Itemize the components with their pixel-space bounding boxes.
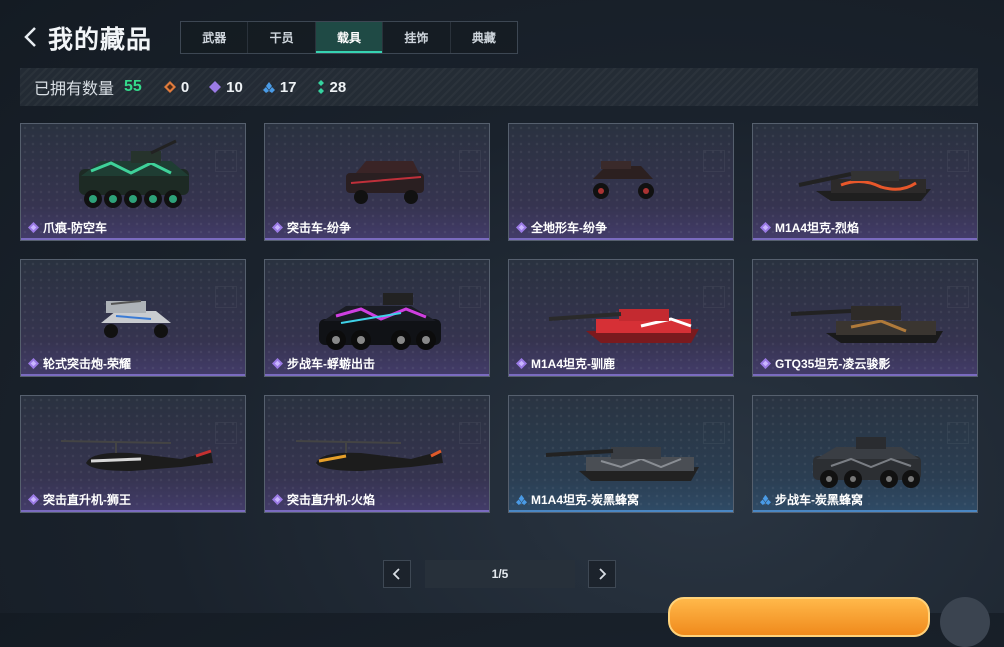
purple-rarity-icon: [760, 358, 771, 369]
vehicle-card[interactable]: 突击车-纷争: [264, 123, 490, 241]
chevron-right-icon: [599, 568, 607, 580]
rarity-bar: [21, 510, 245, 512]
vehicle-card[interactable]: 全地形车-纷争: [508, 123, 734, 241]
vehicle-name: M1A4坦克-烈焰: [775, 221, 860, 235]
owned-total: 55: [124, 78, 142, 95]
vehicle-name: M1A4坦克-驯鹿: [531, 357, 616, 371]
blue-diamond-icon: [262, 82, 275, 93]
purple-rarity-icon: [28, 494, 39, 505]
green-diamond-icon: [317, 80, 324, 94]
purple-rarity-icon: [28, 222, 39, 233]
vehicle-name: 步战车-炭黑蜂窝: [775, 493, 863, 507]
rarity-bar: [509, 374, 733, 376]
purple-rarity-count: 10: [209, 79, 243, 96]
vehicle-image: [319, 293, 441, 350]
vehicle-name: 突击直升机-火焰: [287, 493, 375, 507]
vehicle-name: 爪痕-防空车: [43, 221, 107, 235]
purple-rarity-icon: [28, 358, 39, 369]
blue-rarity-icon: [760, 494, 771, 505]
tab-charms[interactable]: 挂饰: [383, 22, 451, 53]
tab-weapons[interactable]: 武器: [181, 22, 249, 53]
vehicle-name: GTQ35坦克-凌云骏影: [775, 357, 891, 371]
vehicle-image: [798, 171, 931, 201]
vehicle-card[interactable]: 突击直升机-火焰: [264, 395, 490, 513]
vehicle-name: 全地形车-纷争: [531, 221, 607, 235]
rarity-bar: [753, 238, 977, 240]
tab-vehicles[interactable]: 载具: [315, 22, 384, 53]
rarity-bar: [509, 238, 733, 240]
vehicle-card[interactable]: 突击直升机-狮王: [20, 395, 246, 513]
page-indicator: 1/5: [425, 560, 575, 588]
orange-diamond-icon: [163, 81, 176, 93]
vehicle-image: [79, 139, 189, 208]
purple-rarity-icon: [760, 222, 771, 233]
chevron-left-icon: [24, 27, 36, 47]
vehicle-image: [101, 300, 171, 338]
purple-diamond-icon: [209, 81, 222, 93]
tab-collection[interactable]: 典藏: [451, 22, 517, 53]
blue-rarity-count: 17: [262, 79, 297, 96]
vehicle-card[interactable]: M1A4坦克-烈焰: [752, 123, 978, 241]
vehicle-image: [813, 437, 921, 488]
page-title: 我的藏品: [48, 26, 153, 54]
vehicle-image: [295, 440, 443, 471]
purple-rarity-icon: [516, 222, 527, 233]
vehicle-card[interactable]: M1A4坦克-炭黑蜂窝: [508, 395, 734, 513]
purple-rarity-icon: [516, 358, 527, 369]
rarity-bar: [265, 374, 489, 376]
prev-page-button[interactable]: [383, 560, 411, 588]
vehicle-name: 突击车-纷争: [287, 221, 351, 235]
rarity-bar: [509, 510, 733, 512]
purple-rarity-icon: [272, 358, 283, 369]
owned-label: 已拥有数量: [34, 81, 115, 98]
vehicle-card[interactable]: 步战车-蜉蝣出击: [264, 259, 490, 377]
action-button[interactable]: [668, 597, 930, 637]
purple-rarity-icon: [272, 494, 283, 505]
chevron-left-icon: [392, 568, 400, 580]
category-tabs: 武器 干员 载具 挂饰 典藏: [180, 21, 518, 54]
rarity-bar: [265, 510, 489, 512]
green-rarity-count: 28: [317, 79, 346, 96]
vehicle-image: [548, 309, 699, 343]
back-button[interactable]: [20, 24, 42, 50]
vehicle-card[interactable]: 爪痕-防空车: [20, 123, 246, 241]
rarity-bar: [753, 510, 977, 512]
rarity-bar: [21, 374, 245, 376]
vehicle-name: M1A4坦克-炭黑蜂窝: [531, 493, 640, 507]
tab-operators[interactable]: 干员: [248, 22, 316, 53]
vehicle-card[interactable]: M1A4坦克-驯鹿: [508, 259, 734, 377]
vehicle-card[interactable]: GTQ35坦克-凌云骏影: [752, 259, 978, 377]
vehicle-name: 突击直升机-狮王: [43, 493, 131, 507]
next-page-button[interactable]: [588, 560, 616, 588]
vehicle-card[interactable]: 轮式突击炮-荣耀: [20, 259, 246, 377]
vehicle-image: [545, 447, 699, 481]
owned-stats-bar: 已拥有数量 55 0 10 17 28: [20, 68, 978, 106]
orange-rarity-count: 0: [163, 79, 189, 96]
purple-rarity-icon: [272, 222, 283, 233]
vehicle-name: 步战车-蜉蝣出击: [287, 357, 375, 371]
vehicle-card[interactable]: 步战车-炭黑蜂窝: [752, 395, 978, 513]
vehicle-image: [346, 161, 424, 204]
rarity-bar: [265, 238, 489, 240]
rarity-bar: [753, 374, 977, 376]
round-button[interactable]: [940, 597, 990, 647]
blue-rarity-icon: [516, 494, 527, 505]
vehicle-image: [790, 306, 943, 343]
vehicle-image: [593, 161, 654, 199]
vehicle-name: 轮式突击炮-荣耀: [43, 357, 131, 371]
vehicle-image: [60, 440, 213, 471]
rarity-bar: [21, 238, 245, 240]
